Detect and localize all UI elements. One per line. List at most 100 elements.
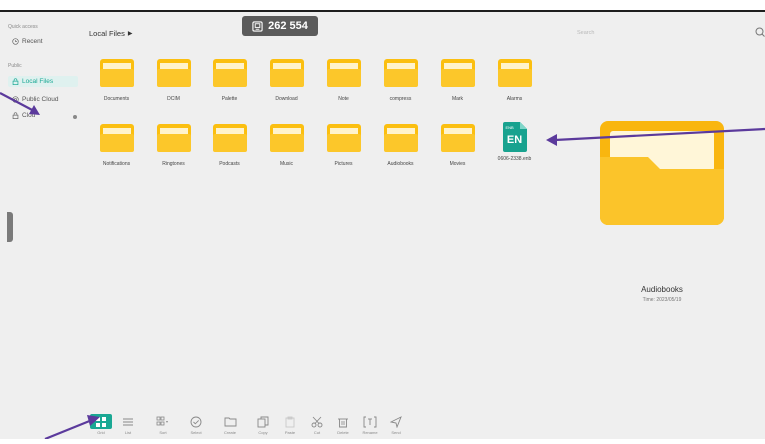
tool-label: List (124, 430, 132, 435)
tool-label: Select (190, 430, 202, 435)
search-input[interactable]: Search (577, 30, 594, 36)
tool-label: Sort (159, 430, 167, 435)
tool-label: Rename (362, 430, 378, 435)
tool-send[interactable]: Send (383, 414, 409, 435)
folder-icon (212, 124, 247, 152)
list-icon (123, 418, 133, 425)
folder-item[interactable]: Audiobooks (372, 124, 429, 167)
item-label: Music (279, 161, 294, 167)
folder-icon (440, 59, 475, 87)
item-label: Palette (221, 96, 238, 102)
item-label: Podcasts (219, 161, 240, 167)
sidebar-item-recent[interactable]: Recent (8, 36, 78, 47)
folder-icon (99, 124, 134, 152)
tool-grid[interactable]: Grid (88, 414, 114, 435)
folder-item[interactable]: DCIM (145, 59, 202, 102)
sidebar-heading-public: Public (8, 63, 22, 69)
folder-icon (156, 124, 191, 152)
item-label: Documents (103, 96, 130, 102)
counter-badge: 262 554 (242, 16, 318, 36)
item-label: Ringtones (162, 161, 185, 167)
paste-icon (285, 416, 295, 427)
folder-item[interactable]: Notifications (88, 124, 145, 167)
sidebar-item-label: Clou (22, 112, 36, 119)
folder-item[interactable]: Movies (429, 124, 486, 167)
breadcrumb[interactable]: Local Files ▶ (89, 29, 132, 38)
sidebar-item-cloud[interactable]: Clou (8, 110, 78, 121)
item-label: compress (389, 96, 412, 102)
folder-icon (212, 59, 247, 87)
sort-icon (156, 416, 168, 425)
folder-item[interactable]: compress (372, 59, 429, 102)
file-manager-screen: Quick access Recent Public Local Files P… (0, 10, 765, 439)
folder-icon (383, 59, 418, 87)
settings-icon[interactable] (72, 114, 78, 120)
grid-icon (96, 416, 106, 427)
enb-file-icon: ENB EN (502, 122, 527, 152)
preview-folder-icon (600, 121, 724, 225)
folder-item[interactable]: Pictures (315, 124, 372, 167)
counter-value: 262 554 (268, 20, 308, 32)
folder-icon (269, 59, 304, 87)
folder-icon (326, 124, 361, 152)
tool-cut[interactable]: Cut (304, 414, 330, 435)
side-drawer-handle[interactable] (7, 212, 13, 242)
send-icon (390, 415, 402, 428)
tool-paste[interactable]: Paste (277, 414, 303, 435)
cut-icon (311, 416, 323, 427)
folder-icon (326, 59, 361, 87)
folder-item[interactable]: Documents (88, 59, 145, 102)
device-icon (252, 20, 263, 32)
sidebar-item-local-files[interactable]: Local Files (8, 76, 78, 87)
folder-item[interactable]: Note (315, 59, 372, 102)
item-label: Audiobooks (387, 161, 414, 167)
tool-label: Paste (284, 430, 296, 435)
tool-label: Send (391, 430, 401, 435)
item-label: Alarms (506, 96, 523, 102)
create-folder-icon (224, 417, 236, 427)
search-icon[interactable] (755, 27, 765, 37)
folder-item[interactable]: Podcasts (201, 124, 258, 167)
tool-create[interactable]: Create (217, 414, 243, 435)
chevron-right-icon: ▶ (127, 31, 133, 37)
item-label: DCIM (167, 96, 180, 102)
sidebar-item-public-cloud[interactable]: Public Cloud (8, 94, 78, 105)
lock-icon (12, 112, 19, 119)
copy-icon (257, 416, 269, 427)
folder-item[interactable]: Palette (201, 59, 258, 102)
folder-item[interactable]: Download (258, 59, 315, 102)
folder-icon (156, 59, 191, 87)
file-badge: EN (506, 134, 523, 146)
folder-item[interactable]: Music (258, 124, 315, 167)
preview-time: Time: 2023/05/19 (642, 297, 682, 303)
tool-copy[interactable]: Copy (250, 414, 276, 435)
item-label: 0606-2338.enb (497, 156, 532, 162)
folder-icon (497, 59, 532, 87)
delete-icon (338, 418, 348, 427)
tool-label: Grid (97, 430, 105, 435)
tool-label: Cut (313, 430, 321, 435)
folder-item[interactable]: Ringtones (145, 124, 202, 167)
tool-delete[interactable]: Delete (330, 414, 356, 435)
tool-label: Create (223, 430, 236, 435)
sidebar-item-label: Public Cloud (22, 96, 59, 103)
item-label: Movies (449, 161, 466, 167)
tool-rename[interactable]: Rename (357, 414, 383, 435)
item-label: Note (338, 96, 349, 102)
sidebar-item-label: Local Files (22, 78, 54, 85)
folder-icon (269, 124, 304, 152)
item-label: Mark (451, 96, 464, 102)
tool-select[interactable]: Select (183, 414, 209, 435)
tool-list[interactable]: List (115, 414, 141, 435)
file-item[interactable]: ENB EN 0606-2338.enb (486, 122, 543, 162)
folder-item[interactable]: Alarms (486, 59, 543, 102)
preview-name: Audiobooks (641, 285, 683, 294)
rename-icon (363, 416, 377, 427)
tool-sort[interactable]: Sort (150, 414, 176, 435)
tool-label: Copy (258, 430, 268, 435)
folder-icon (440, 124, 475, 152)
page-title: Local Files (89, 29, 125, 38)
sidebar-item-label: Recent (22, 38, 43, 45)
folder-item[interactable]: Mark (429, 59, 486, 102)
cloud-icon (12, 96, 19, 103)
